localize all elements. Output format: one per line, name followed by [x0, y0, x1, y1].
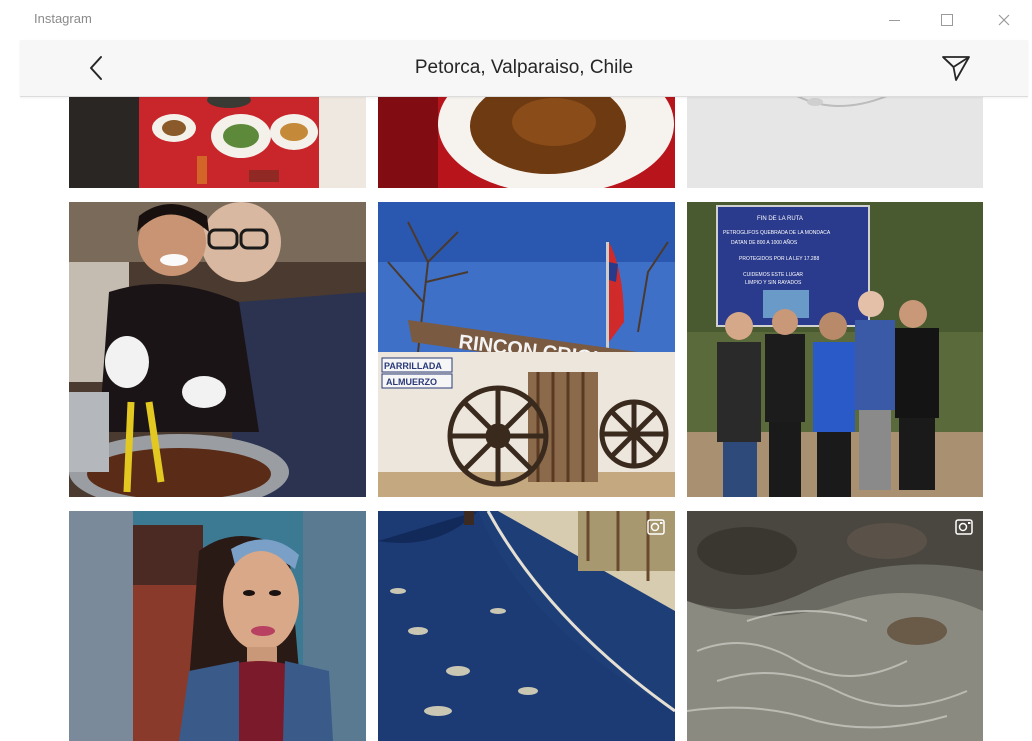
- app-title: Instagram: [34, 11, 92, 26]
- ruta-sign-line5: LIMPIO Y SIN RAYADOS: [745, 280, 802, 286]
- close-button[interactable]: [984, 6, 1024, 34]
- photo-grid: RINCON CRIOLLO PARRILLADA ALMUERZO: [0, 0, 1032, 741]
- video-camera-icon: [955, 519, 973, 535]
- window-titlebar: Instagram: [0, 0, 1032, 40]
- post-cooking-couple-image: [69, 202, 366, 497]
- maximize-icon: [941, 14, 953, 26]
- parrillada-sign-text: PARRILLADA: [384, 361, 442, 371]
- post-river-rocks-image: [687, 511, 983, 741]
- post-selfie-woman[interactable]: [69, 511, 366, 741]
- post-white-plate[interactable]: [687, 96, 983, 188]
- location-header: Petorca, Valparaiso, Chile: [20, 40, 1028, 97]
- post-country-road-image: [378, 511, 675, 741]
- post-soup-bowl-image: [378, 96, 675, 188]
- minimize-icon: [888, 19, 900, 21]
- page-title: Petorca, Valparaiso, Chile: [414, 57, 634, 78]
- ruta-sign-line3: PROTEGIDOS POR LA LEY 17.288: [739, 256, 819, 262]
- post-food-table[interactable]: [69, 96, 366, 188]
- ruta-sign-line4: CUIDEMOS ESTE LUGAR: [743, 272, 803, 278]
- paper-plane-icon: [942, 56, 970, 81]
- post-country-road[interactable]: [378, 511, 675, 741]
- post-rincon-criollo[interactable]: RINCON CRIOLLO PARRILLADA ALMUERZO: [378, 202, 675, 497]
- ruta-sign-header: FIN DE LA RUTA: [757, 216, 803, 222]
- post-river-rocks[interactable]: [687, 511, 983, 741]
- post-rincon-criollo-image: RINCON CRIOLLO PARRILLADA ALMUERZO: [378, 202, 675, 497]
- post-cooking-couple[interactable]: [69, 202, 366, 497]
- post-group-sign-image: FIN DE LA RUTA PETROGLIFOS QUEBRADA DE L…: [687, 202, 983, 497]
- post-group-sign[interactable]: FIN DE LA RUTA PETROGLIFOS QUEBRADA DE L…: [687, 202, 983, 497]
- minimize-button[interactable]: [874, 6, 914, 34]
- post-selfie-woman-image: [69, 511, 366, 741]
- post-food-table-image: [69, 96, 366, 188]
- ruta-sign-line1: PETROGLIFOS QUEBRADA DE LA MONDACA: [723, 230, 831, 236]
- maximize-button[interactable]: [927, 6, 967, 34]
- close-icon: [998, 14, 1010, 26]
- instagram-window: RINCON CRIOLLO PARRILLADA ALMUERZO: [0, 0, 1032, 741]
- send-button[interactable]: [938, 52, 974, 84]
- almuerzo-sign-text: ALMUERZO: [386, 377, 437, 387]
- ruta-sign-line2: DATAN DE 800 A 1000 AÑOS: [731, 239, 798, 246]
- post-soup-bowl[interactable]: [378, 96, 675, 188]
- video-camera-icon: [647, 519, 665, 535]
- post-white-plate-image: [687, 96, 983, 188]
